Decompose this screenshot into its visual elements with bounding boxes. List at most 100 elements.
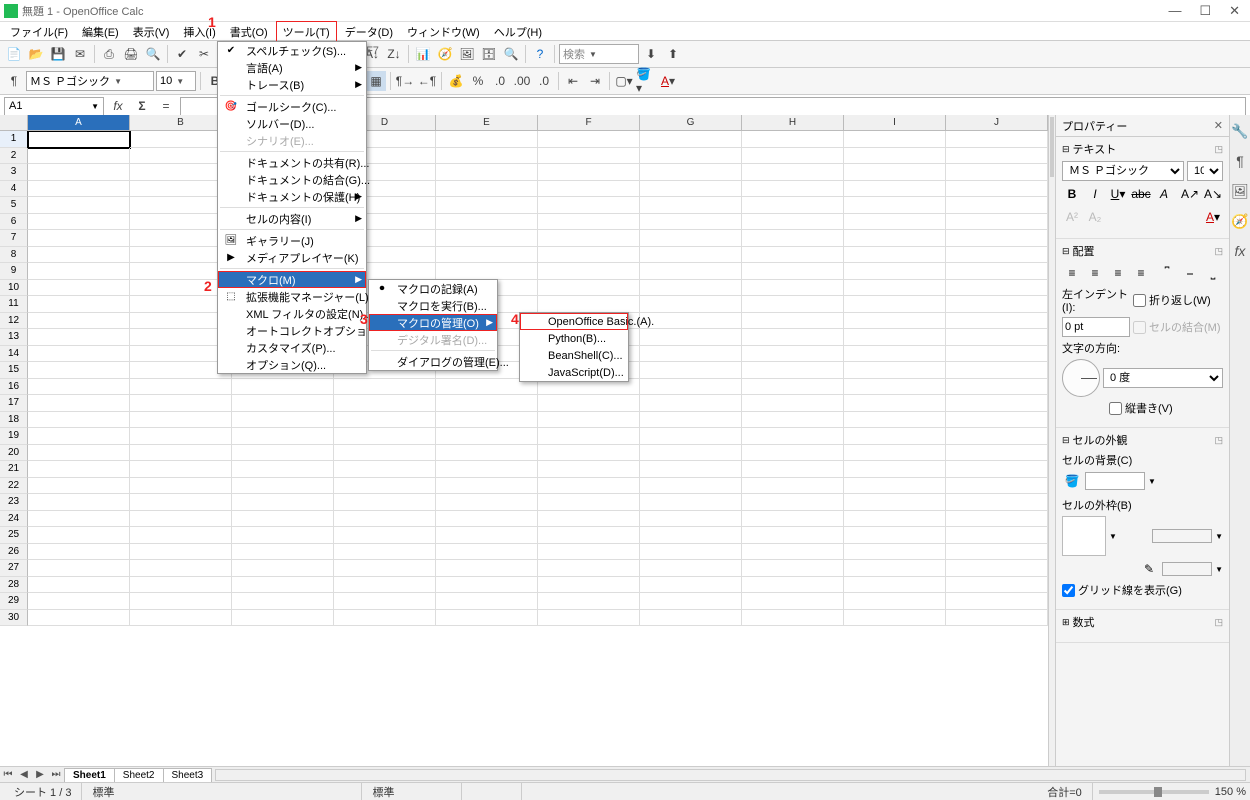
bg-color-swatch[interactable] bbox=[1085, 472, 1145, 490]
mi-scenario[interactable]: シナリオ(E)... bbox=[218, 132, 366, 149]
prop-bold-icon[interactable]: B bbox=[1062, 184, 1082, 204]
cell[interactable] bbox=[436, 445, 538, 462]
cell[interactable] bbox=[640, 214, 742, 231]
mi-protect[interactable]: ドキュメントの保護(H)▶ bbox=[218, 188, 366, 205]
cell[interactable] bbox=[436, 511, 538, 528]
fx-icon[interactable]: fx bbox=[108, 96, 128, 116]
cell[interactable] bbox=[334, 478, 436, 495]
preview-icon[interactable]: 🔍 bbox=[143, 44, 163, 64]
cell[interactable] bbox=[232, 379, 334, 396]
rowhead[interactable]: 5 bbox=[0, 197, 28, 214]
gallery-icon[interactable]: 🖼 bbox=[457, 44, 477, 64]
cell[interactable] bbox=[640, 329, 742, 346]
cell[interactable] bbox=[742, 313, 844, 330]
cell[interactable] bbox=[28, 313, 130, 330]
search-box[interactable]: 検索▼ bbox=[559, 44, 639, 64]
indent-dec-icon[interactable]: ⇤ bbox=[563, 71, 583, 91]
cell[interactable] bbox=[640, 296, 742, 313]
rotation-combo[interactable]: 0 度 bbox=[1103, 368, 1223, 388]
cell[interactable] bbox=[640, 593, 742, 610]
datasource-icon[interactable]: 🗄 bbox=[479, 44, 499, 64]
cell[interactable] bbox=[946, 593, 1048, 610]
cell[interactable] bbox=[232, 511, 334, 528]
cell[interactable] bbox=[436, 527, 538, 544]
find-prev-icon[interactable]: ⬆ bbox=[663, 44, 683, 64]
font-name-combo[interactable]: ＭＳ Ｐゴシック▼ bbox=[26, 71, 154, 91]
cell[interactable] bbox=[28, 296, 130, 313]
merge-checkbox[interactable]: セルの結合(M) bbox=[1133, 319, 1221, 335]
rotation-dial[interactable] bbox=[1062, 359, 1100, 397]
leftindent-input[interactable] bbox=[1062, 317, 1130, 337]
rowhead[interactable]: 15 bbox=[0, 362, 28, 379]
rowhead[interactable]: 30 bbox=[0, 610, 28, 627]
tab-sheet2[interactable]: Sheet2 bbox=[114, 768, 164, 782]
dec-dec-icon[interactable]: .0 bbox=[534, 71, 554, 91]
cell[interactable] bbox=[28, 577, 130, 594]
prop-super-icon[interactable]: A² bbox=[1062, 207, 1082, 227]
prop-align-c[interactable]: ≡ bbox=[1085, 263, 1105, 283]
mi-python[interactable]: Python(B)... bbox=[520, 330, 628, 347]
close-panel-icon[interactable]: ✕ bbox=[1214, 119, 1223, 132]
cell[interactable] bbox=[436, 412, 538, 429]
cell[interactable] bbox=[232, 610, 334, 627]
colhead-g[interactable]: G bbox=[640, 115, 742, 130]
rowhead[interactable]: 4 bbox=[0, 181, 28, 198]
cell[interactable] bbox=[946, 577, 1048, 594]
cell[interactable] bbox=[436, 544, 538, 561]
cell[interactable] bbox=[28, 560, 130, 577]
cell[interactable] bbox=[844, 527, 946, 544]
rowhead[interactable]: 27 bbox=[0, 560, 28, 577]
cell[interactable] bbox=[28, 478, 130, 495]
cell[interactable] bbox=[640, 230, 742, 247]
cell[interactable] bbox=[946, 197, 1048, 214]
cell[interactable] bbox=[946, 395, 1048, 412]
sidebar-gallery-icon[interactable]: 🖼 bbox=[1230, 181, 1250, 201]
rowhead[interactable]: 8 bbox=[0, 247, 28, 264]
rowhead[interactable]: 19 bbox=[0, 428, 28, 445]
rowhead[interactable]: 14 bbox=[0, 346, 28, 363]
cell[interactable] bbox=[742, 197, 844, 214]
cell[interactable] bbox=[742, 544, 844, 561]
cell[interactable] bbox=[742, 379, 844, 396]
cell[interactable] bbox=[946, 214, 1048, 231]
cell[interactable] bbox=[946, 164, 1048, 181]
cell[interactable] bbox=[946, 148, 1048, 165]
cell[interactable] bbox=[742, 527, 844, 544]
cell[interactable] bbox=[946, 445, 1048, 462]
rowhead[interactable]: 3 bbox=[0, 164, 28, 181]
cell[interactable] bbox=[640, 494, 742, 511]
cell[interactable] bbox=[742, 511, 844, 528]
cell[interactable] bbox=[436, 577, 538, 594]
cell[interactable] bbox=[946, 247, 1048, 264]
rowhead[interactable]: 13 bbox=[0, 329, 28, 346]
cell[interactable] bbox=[844, 445, 946, 462]
fontcolor-icon[interactable]: A▾ bbox=[658, 71, 678, 91]
cell[interactable] bbox=[640, 445, 742, 462]
cell[interactable] bbox=[232, 560, 334, 577]
chart-icon[interactable]: 📊 bbox=[413, 44, 433, 64]
mi-solver[interactable]: ソルバー(D)... bbox=[218, 115, 366, 132]
cell[interactable] bbox=[28, 527, 130, 544]
cell[interactable] bbox=[130, 478, 232, 495]
prop-grow-icon[interactable]: A↗ bbox=[1180, 184, 1200, 204]
cell[interactable] bbox=[844, 544, 946, 561]
cell[interactable] bbox=[946, 280, 1048, 297]
mi-merge[interactable]: ドキュメントの結合(G)... bbox=[218, 171, 366, 188]
rowhead[interactable]: 7 bbox=[0, 230, 28, 247]
cell[interactable] bbox=[538, 214, 640, 231]
prop-valign-t[interactable]: ⎴ bbox=[1157, 263, 1177, 283]
prop-fontcolor-icon[interactable]: A▾ bbox=[1203, 207, 1223, 227]
cell[interactable] bbox=[640, 461, 742, 478]
cell[interactable] bbox=[640, 379, 742, 396]
mi-javascript[interactable]: JavaScript(D)... bbox=[520, 364, 628, 381]
rowhead[interactable]: 6 bbox=[0, 214, 28, 231]
mi-options[interactable]: オプション(Q)... bbox=[218, 356, 366, 373]
cell[interactable] bbox=[742, 445, 844, 462]
cell[interactable] bbox=[28, 214, 130, 231]
cell[interactable] bbox=[742, 428, 844, 445]
cell[interactable] bbox=[640, 412, 742, 429]
vertical-scrollbar[interactable] bbox=[1048, 115, 1055, 782]
cell[interactable] bbox=[640, 544, 742, 561]
cell[interactable] bbox=[946, 560, 1048, 577]
rowhead[interactable]: 26 bbox=[0, 544, 28, 561]
